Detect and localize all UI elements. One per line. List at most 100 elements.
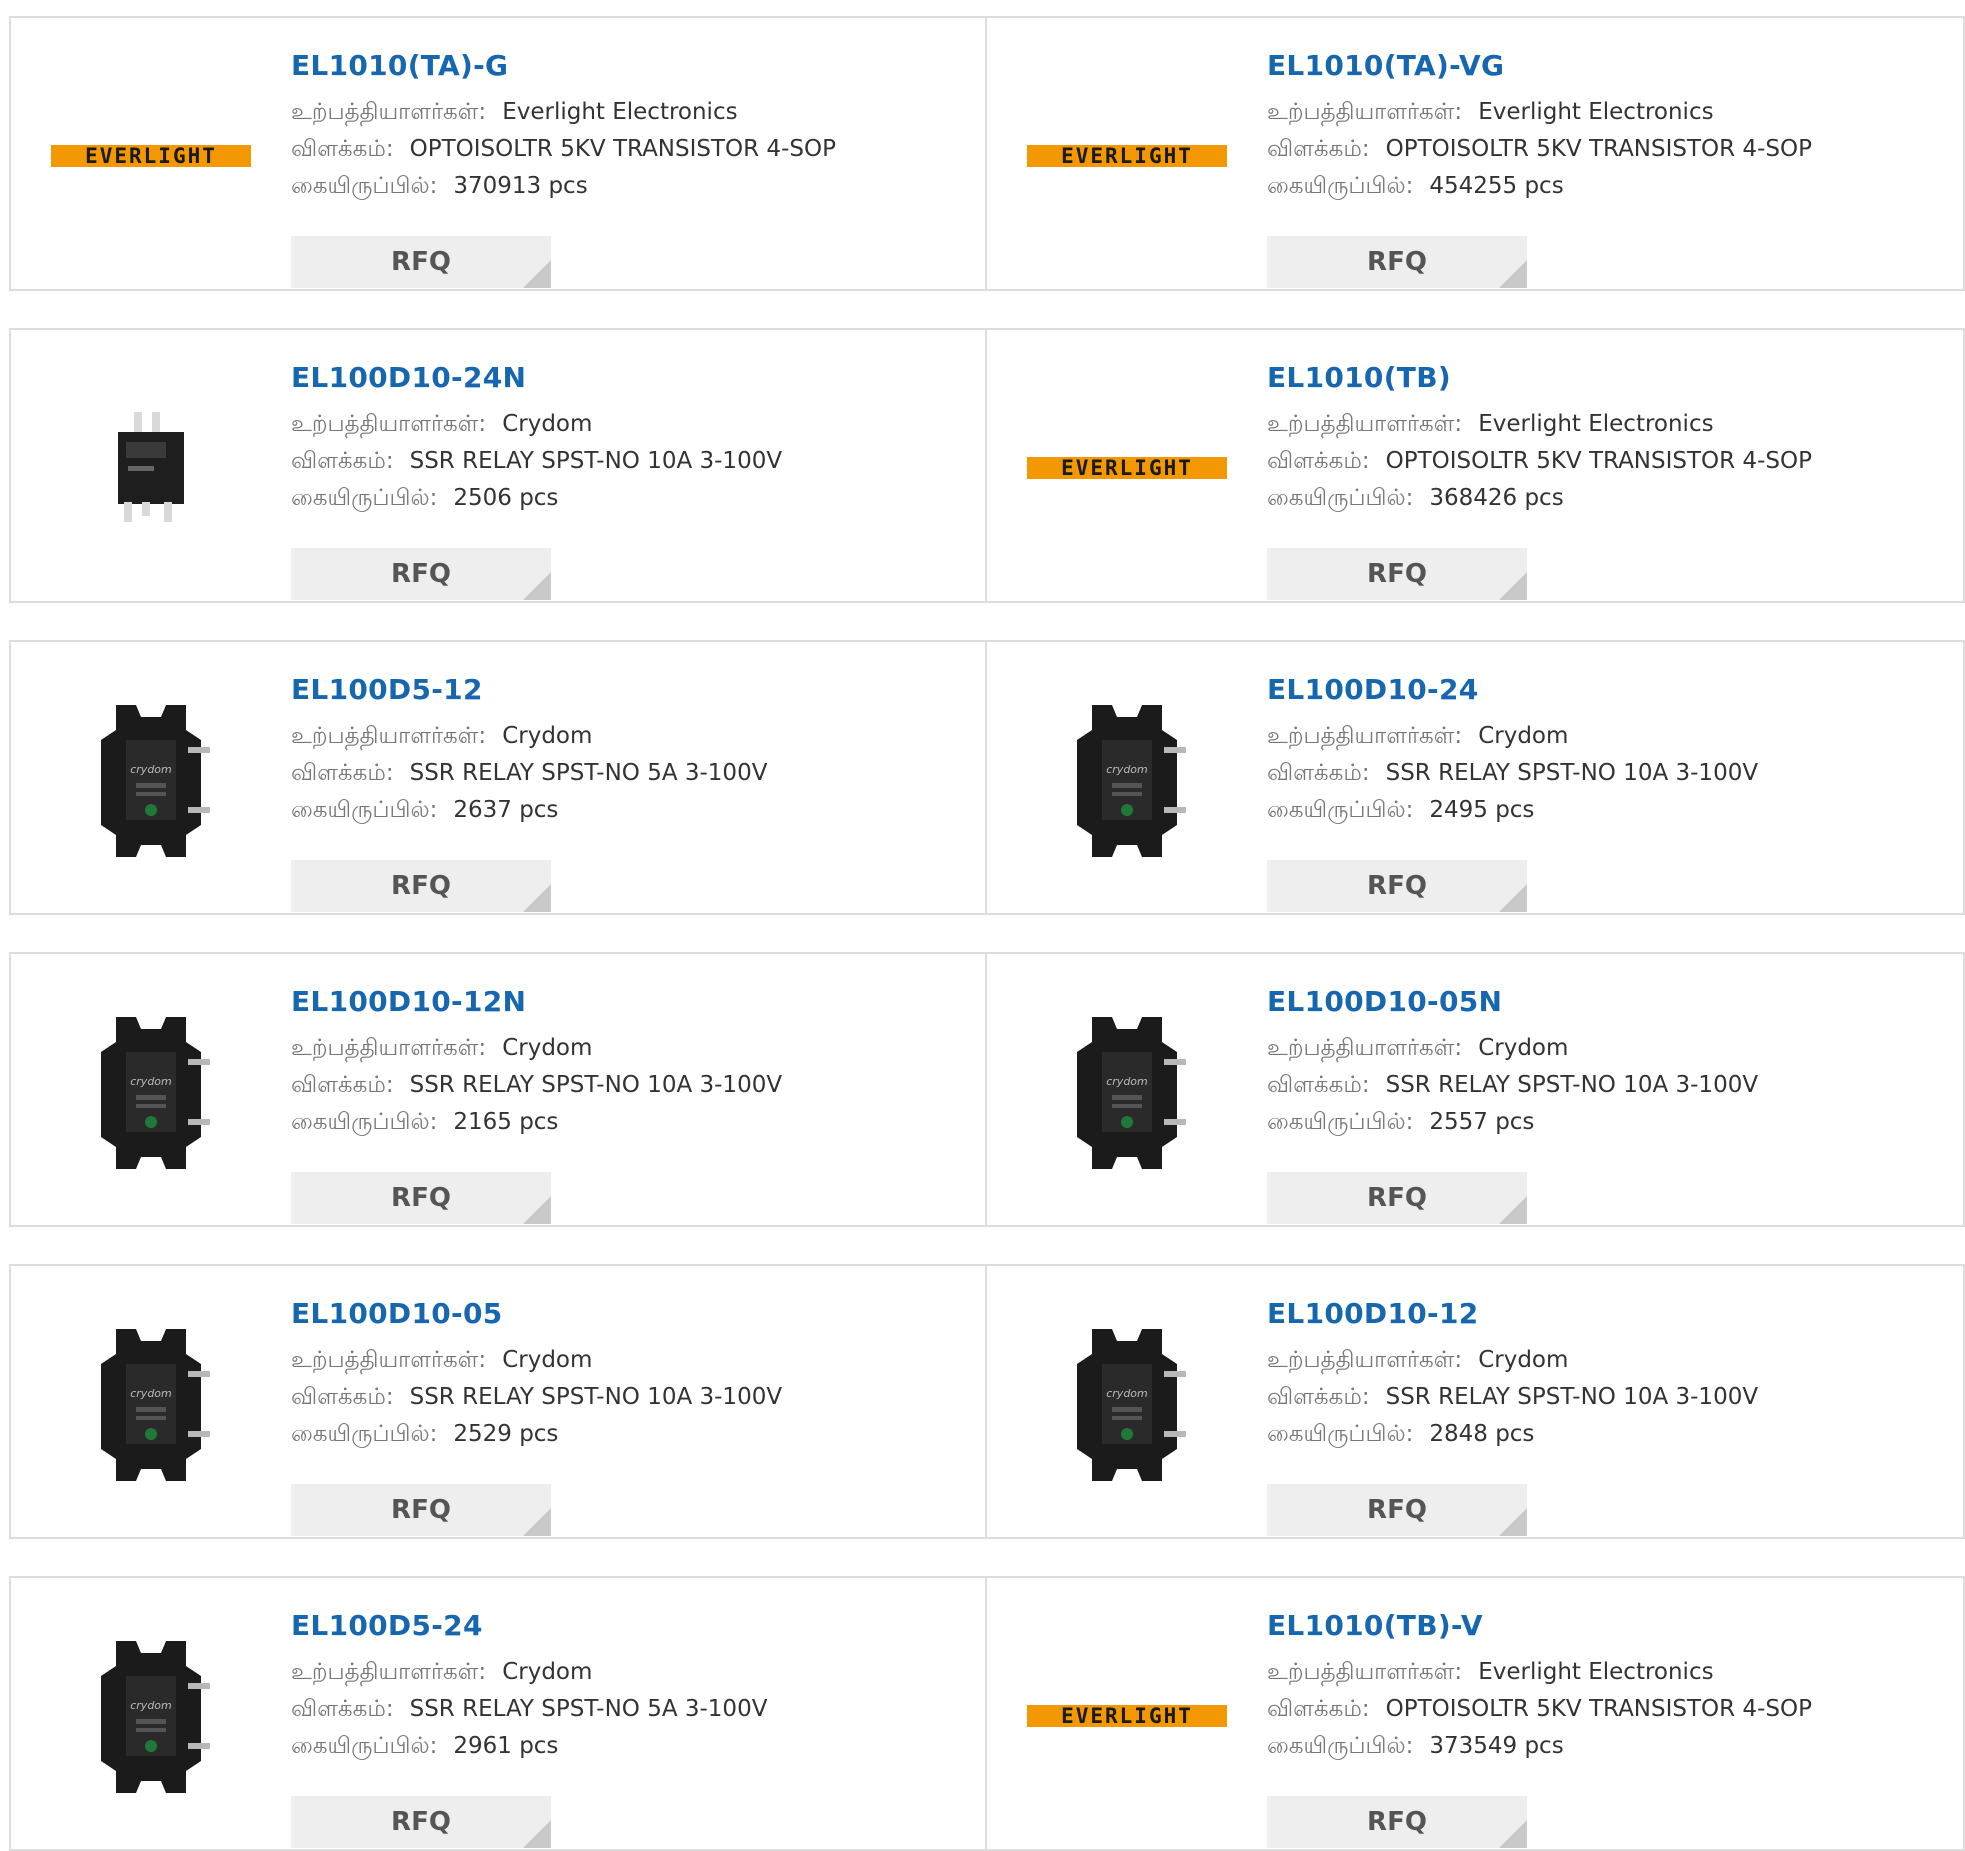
relay-image: crydom — [1077, 704, 1186, 857]
svg-text:crydom: crydom — [1106, 1075, 1148, 1088]
stock-line: கையிருப்பில்: 370913 pcs — [291, 168, 975, 205]
product-image[interactable]: crydom — [1017, 1296, 1237, 1511]
corner-triangle-icon — [1499, 1820, 1527, 1848]
rfq-button[interactable]: RFQ — [1267, 236, 1527, 288]
description-label: விளக்கம்: — [291, 1384, 394, 1410]
description-label: விளக்கம்: — [1267, 448, 1370, 474]
product-image[interactable]: EVERLIGHT — [41, 48, 261, 263]
product-card: EVERLIGHT EL1010(TA)-G உற்பத்தியாளர்கள்: Ev… — [9, 16, 987, 291]
stock-value: 2961 pcs — [453, 1733, 559, 1759]
rfq-button[interactable]: RFQ — [1267, 1172, 1527, 1224]
product-image[interactable]: EVERLIGHT — [1017, 360, 1237, 575]
stock-value: 2557 pcs — [1429, 1109, 1535, 1135]
product-title-link[interactable]: EL100D10-05 — [291, 1296, 975, 1332]
manufacturer-label: உற்பத்தியாளர்கள்: — [291, 1035, 487, 1061]
stock-line: கையிருப்பில்: 368426 pcs — [1267, 480, 1953, 517]
description-label: விளக்கம்: — [1267, 1384, 1370, 1410]
product-card: EVERLIGHT EL1010(TA)-VG உற்பத்தியாளர்கள்: E… — [987, 16, 1965, 291]
product-title-link[interactable]: EL100D5-24 — [291, 1608, 975, 1644]
product-image[interactable] — [41, 360, 261, 575]
manufacturer-line: உற்பத்தியாளர்கள்: Everlight Electronics — [1267, 94, 1953, 131]
product-title-link[interactable]: EL100D10-12N — [291, 984, 975, 1020]
product-title-link[interactable]: EL1010(TA)-VG — [1267, 48, 1953, 84]
product-image[interactable]: crydom — [41, 984, 261, 1199]
corner-triangle-icon — [523, 260, 551, 288]
stock-line: கையிருப்பில்: 2557 pcs — [1267, 1104, 1953, 1141]
logo-text: EVERLIGHT — [1061, 143, 1193, 168]
manufacturer-label: உற்பத்தியாளர்கள்: — [1267, 411, 1463, 437]
description-line: விளக்கம்: OPTOISOLTR 5KV TRANSISTOR 4-SOP — [1267, 1691, 1953, 1728]
description-line: விளக்கம்: SSR RELAY SPST-NO 10A 3-100V — [291, 443, 975, 480]
product-image[interactable]: EVERLIGHT — [1017, 1608, 1237, 1823]
rfq-button[interactable]: RFQ — [291, 1796, 551, 1848]
relay-image: crydom — [101, 1640, 210, 1793]
manufacturer-value: Crydom — [1478, 1035, 1569, 1061]
rfq-button[interactable]: RFQ — [291, 548, 551, 600]
corner-triangle-icon — [1499, 1196, 1527, 1224]
rfq-button[interactable]: RFQ — [1267, 1484, 1527, 1536]
product-title-link[interactable]: EL100D10-24 — [1267, 672, 1953, 708]
rfq-label: RFQ — [1367, 247, 1427, 277]
product-title-link[interactable]: EL1010(TA)-G — [291, 48, 975, 84]
stock-label: கையிருப்பில்: — [1267, 1421, 1414, 1447]
product-title-link[interactable]: EL1010(TB) — [1267, 360, 1953, 396]
description-line: விளக்கம்: OPTOISOLTR 5KV TRANSISTOR 4-SOP — [1267, 443, 1953, 480]
rfq-button[interactable]: RFQ — [291, 1172, 551, 1224]
product-image[interactable]: crydom — [1017, 672, 1237, 887]
manufacturer-line: உற்பத்தியாளர்கள்: Everlight Electronics — [291, 94, 975, 131]
stock-value: 2165 pcs — [453, 1109, 559, 1135]
stock-label: கையிருப்பில்: — [291, 173, 438, 199]
description-label: விளக்கம்: — [291, 1696, 394, 1722]
rfq-button[interactable]: RFQ — [1267, 548, 1527, 600]
corner-triangle-icon — [523, 1820, 551, 1848]
svg-text:crydom: crydom — [130, 1699, 172, 1712]
product-info: EL100D10-05N உற்பத்தியாளர்கள்: Crydom விளக்… — [1267, 984, 1953, 1224]
description-label: விளக்கம்: — [1267, 1072, 1370, 1098]
rfq-button[interactable]: RFQ — [1267, 860, 1527, 912]
product-image[interactable]: EVERLIGHT — [1017, 48, 1237, 263]
description-value: OPTOISOLTR 5KV TRANSISTOR 4-SOP — [1385, 1696, 1812, 1722]
everlight-logo[interactable]: EVERLIGHT — [1027, 143, 1227, 168]
product-row: crydom EL100D5-12 உற்பத்தியாளர்கள்: Crydom வ… — [9, 640, 1965, 915]
stock-label: கையிருப்பில்: — [1267, 173, 1414, 199]
manufacturer-line: உற்பத்தியாளர்கள்: Everlight Electronics — [1267, 406, 1953, 443]
product-image[interactable]: crydom — [41, 672, 261, 887]
rfq-button[interactable]: RFQ — [291, 236, 551, 288]
stock-label: கையிருப்பில்: — [1267, 797, 1414, 823]
rfq-button[interactable]: RFQ — [1267, 1796, 1527, 1848]
product-image[interactable]: crydom — [1017, 984, 1237, 1199]
corner-triangle-icon — [1499, 260, 1527, 288]
everlight-logo[interactable]: EVERLIGHT — [51, 144, 251, 167]
product-card: EL100D10-24N உற்பத்தியாளர்கள்: Crydom விளக்… — [9, 328, 987, 603]
stock-line: கையிருப்பில்: 2529 pcs — [291, 1416, 975, 1453]
product-title-link[interactable]: EL100D10-12 — [1267, 1296, 1953, 1332]
manufacturer-label: உற்பத்தியாளர்கள்: — [291, 99, 487, 125]
everlight-logo[interactable]: EVERLIGHT — [1027, 456, 1227, 479]
product-image[interactable]: crydom — [41, 1608, 261, 1823]
product-image[interactable]: crydom — [41, 1296, 261, 1511]
product-info: EL100D10-05 உற்பத்தியாளர்கள்: Crydom விளக்க… — [291, 1296, 975, 1536]
description-value: SSR RELAY SPST-NO 5A 3-100V — [409, 760, 768, 786]
stock-value: 2495 pcs — [1429, 797, 1535, 823]
product-info: EL100D10-12 உற்பத்தியாளர்கள்: Crydom விளக்க… — [1267, 1296, 1953, 1536]
manufacturer-label: உற்பத்தியாளர்கள்: — [291, 1659, 487, 1685]
product-title-link[interactable]: EL1010(TB)-V — [1267, 1608, 1953, 1644]
manufacturer-label: உற்பத்தியாளர்கள்: — [291, 411, 487, 437]
rfq-button[interactable]: RFQ — [291, 1484, 551, 1536]
product-title-link[interactable]: EL100D10-05N — [1267, 984, 1953, 1020]
svg-text:crydom: crydom — [130, 1387, 172, 1400]
everlight-logo[interactable]: EVERLIGHT — [1027, 1704, 1227, 1727]
rfq-button[interactable]: RFQ — [291, 860, 551, 912]
product-title-link[interactable]: EL100D10-24N — [291, 360, 975, 396]
product-card: crydom EL100D10-05N உற்பத்தியாளர்கள்: Crydo… — [987, 952, 1965, 1227]
description-value: SSR RELAY SPST-NO 10A 3-100V — [1385, 1384, 1759, 1410]
corner-triangle-icon — [1499, 884, 1527, 912]
manufacturer-value: Crydom — [1478, 723, 1569, 749]
product-card: crydom EL100D5-24 உற்பத்தியாளர்கள்: Crydom வ… — [9, 1576, 987, 1851]
stock-line: கையிருப்பில்: 2848 pcs — [1267, 1416, 1953, 1453]
rfq-label: RFQ — [391, 1495, 451, 1525]
stock-line: கையிருப்பில்: 2961 pcs — [291, 1728, 975, 1765]
stock-line: கையிருப்பில்: 2165 pcs — [291, 1104, 975, 1141]
manufacturer-line: உற்பத்தியாளர்கள்: Crydom — [291, 1030, 975, 1067]
product-title-link[interactable]: EL100D5-12 — [291, 672, 975, 708]
